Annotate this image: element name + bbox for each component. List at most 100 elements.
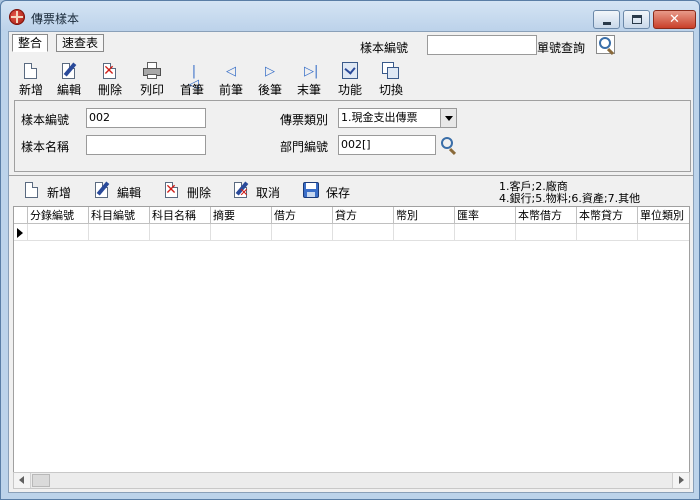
toolbar-prev-button[interactable]: ◁ 前筆 bbox=[211, 62, 251, 97]
detail-cancel-button[interactable]: ✕ 取消 bbox=[232, 180, 288, 202]
col-header-account-name[interactable]: 科目名稱 bbox=[150, 207, 211, 224]
next-record-icon: ▷ bbox=[265, 64, 275, 79]
sample-name-label: 樣本名稱 bbox=[21, 140, 70, 154]
lookup-sample-no-label: 樣本編號 bbox=[360, 41, 409, 55]
category-legend-line2: 4.銀行;5.物料;6.資產;7.其他 bbox=[499, 192, 641, 205]
new-document-icon bbox=[23, 181, 41, 199]
col-header-rate[interactable]: 匯率 bbox=[455, 207, 516, 224]
toolbar-delete-button[interactable]: ✕ 刪除 bbox=[90, 62, 130, 97]
detail-delete-label: 刪除 bbox=[187, 186, 212, 200]
detail-grid[interactable]: 分錄編號 科目編號 科目名稱 摘要 借方 貸方 幣別 匯率 本幣借方 本幣貸方 … bbox=[13, 206, 690, 473]
toolbar-edit-button[interactable]: 編輯 bbox=[49, 62, 89, 97]
toolbar-first-label: 首筆 bbox=[179, 83, 204, 97]
voucher-type-label: 傳票類別 bbox=[280, 113, 329, 127]
title-bar[interactable]: 傳票樣本 ✕ bbox=[1, 1, 699, 31]
window-title: 傳票樣本 bbox=[31, 12, 80, 26]
col-header-entry-no[interactable]: 分錄編號 bbox=[28, 207, 89, 224]
first-record-icon: |◁ bbox=[189, 64, 199, 92]
sample-name-field[interactable] bbox=[86, 135, 206, 155]
delete-icon: ✕ bbox=[103, 63, 116, 79]
toolbar-prev-label: 前筆 bbox=[218, 83, 243, 97]
lookup-sample-no-input[interactable] bbox=[427, 35, 537, 55]
toolbar-function-button[interactable]: 功能 bbox=[330, 62, 370, 97]
cell-unit-type[interactable] bbox=[638, 224, 689, 241]
client-area: 整合 速查表 樣本編號 單號查詢 新增 編輯 ✕ 刪除 列印 |◁ 首筆 ◁ 前… bbox=[8, 31, 694, 493]
edit-icon bbox=[93, 181, 111, 199]
header-form-panel: 樣本編號 002 樣本名稱 傳票類別 1.現金支出傳票 部門編號 002[] bbox=[14, 100, 691, 172]
dept-no-label: 部門編號 bbox=[280, 140, 329, 154]
cell-summary[interactable] bbox=[211, 224, 272, 241]
current-row-icon bbox=[17, 228, 23, 238]
maximize-button[interactable] bbox=[623, 10, 650, 29]
detail-delete-button[interactable]: ✕ 刪除 bbox=[163, 180, 219, 202]
horizontal-scrollbar[interactable] bbox=[13, 472, 690, 489]
scroll-right-icon[interactable] bbox=[672, 473, 689, 488]
last-record-icon: ▷| bbox=[304, 64, 319, 79]
toolbar-next-button[interactable]: ▷ 後筆 bbox=[250, 62, 290, 97]
toolbar-switch-label: 切換 bbox=[378, 83, 403, 97]
edit-icon bbox=[60, 62, 78, 80]
query-button[interactable] bbox=[596, 35, 615, 54]
toolbar-last-label: 末筆 bbox=[296, 83, 321, 97]
cell-local-debit[interactable] bbox=[516, 224, 577, 241]
cell-currency[interactable] bbox=[394, 224, 455, 241]
detail-edit-label: 編輯 bbox=[117, 186, 142, 200]
table-row[interactable] bbox=[14, 224, 689, 241]
col-header-local-debit[interactable]: 本幣借方 bbox=[516, 207, 577, 224]
sample-no-label: 樣本編號 bbox=[21, 113, 70, 127]
cell-rate[interactable] bbox=[455, 224, 516, 241]
cell-debit[interactable] bbox=[272, 224, 333, 241]
cell-local-credit[interactable] bbox=[577, 224, 638, 241]
cell-account-no[interactable] bbox=[89, 224, 150, 241]
cell-entry-no[interactable] bbox=[28, 224, 89, 241]
previous-record-icon: ◁ bbox=[226, 64, 236, 79]
maximize-icon bbox=[632, 15, 642, 24]
voucher-type-value: 1.現金支出傳票 bbox=[341, 111, 418, 124]
sample-no-field[interactable]: 002 bbox=[86, 108, 206, 128]
col-header-currency[interactable]: 幣別 bbox=[394, 207, 455, 224]
section-divider bbox=[9, 175, 693, 176]
cell-credit[interactable] bbox=[333, 224, 394, 241]
toolbar-last-button[interactable]: ▷| 末筆 bbox=[289, 62, 329, 97]
delete-icon: ✕ bbox=[165, 182, 178, 198]
toolbar-print-label: 列印 bbox=[139, 83, 164, 97]
function-icon bbox=[341, 62, 359, 80]
search-icon bbox=[599, 37, 611, 49]
toolbar-first-button[interactable]: |◁ 首筆 bbox=[172, 62, 212, 97]
dept-no-field[interactable]: 002[] bbox=[338, 135, 436, 155]
toolbar-edit-label: 編輯 bbox=[56, 83, 81, 97]
col-header-local-credit[interactable]: 本幣貸方 bbox=[577, 207, 638, 224]
tab-integrated[interactable]: 整合 bbox=[12, 34, 49, 52]
toolbar-print-button[interactable]: 列印 bbox=[132, 62, 172, 97]
toolbar-new-button[interactable]: 新增 bbox=[11, 62, 51, 97]
toolbar-new-label: 新增 bbox=[18, 83, 43, 97]
dept-search-icon[interactable] bbox=[441, 137, 453, 149]
toolbar-next-label: 後筆 bbox=[257, 83, 282, 97]
minimize-button[interactable] bbox=[593, 10, 620, 29]
col-header-debit[interactable]: 借方 bbox=[272, 207, 333, 224]
minimize-icon bbox=[603, 22, 611, 25]
tab-quick-lookup[interactable]: 速查表 bbox=[56, 34, 105, 52]
detail-save-button[interactable]: 保存 bbox=[302, 180, 358, 202]
toolbar-switch-button[interactable]: 切換 bbox=[371, 62, 411, 97]
voucher-type-select[interactable]: 1.現金支出傳票 bbox=[338, 108, 457, 128]
detail-save-label: 保存 bbox=[326, 186, 351, 200]
print-icon bbox=[143, 62, 161, 80]
close-button[interactable]: ✕ bbox=[653, 10, 696, 29]
app-logo-icon bbox=[9, 9, 25, 25]
save-icon bbox=[302, 181, 320, 199]
grid-corner bbox=[14, 207, 28, 224]
col-header-summary[interactable]: 摘要 bbox=[211, 207, 272, 224]
col-header-account-no[interactable]: 科目編號 bbox=[89, 207, 150, 224]
switch-icon bbox=[382, 62, 400, 80]
scrollbar-thumb[interactable] bbox=[32, 474, 50, 487]
col-header-unit-type[interactable]: 單位類別 bbox=[638, 207, 689, 224]
detail-new-button[interactable]: 新增 bbox=[23, 180, 79, 202]
scroll-left-icon[interactable] bbox=[14, 473, 31, 488]
detail-edit-button[interactable]: 編輯 bbox=[93, 180, 149, 202]
toolbar-function-label: 功能 bbox=[337, 83, 362, 97]
chevron-down-icon[interactable] bbox=[440, 109, 456, 127]
row-indicator bbox=[14, 224, 28, 241]
cell-account-name[interactable] bbox=[150, 224, 211, 241]
col-header-credit[interactable]: 貸方 bbox=[333, 207, 394, 224]
